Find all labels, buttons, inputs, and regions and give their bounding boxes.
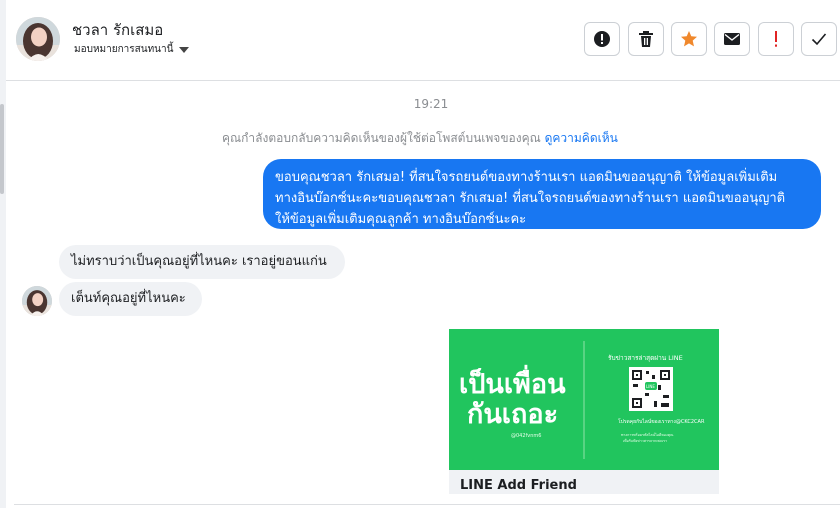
sender-avatar[interactable] xyxy=(22,286,52,316)
line-add-friend-image[interactable]: เป็นเพื่อน กันเถอะ @042fvnm6 รับข่าวสารล… xyxy=(449,329,719,470)
outgoing-message-line: ทางอินบ๊อกซ์นะคะขอบคุณชวลา รักเสมอ! ที่ส… xyxy=(275,191,786,206)
conversation-header: ชวลา รักเสมอ มอบหมายการสนทนานี้ xyxy=(6,0,840,81)
outgoing-message-line: ให้ข้อมูลเพิ่มเติมคุณลูกค้า ทางอินบ๊อกซ์… xyxy=(275,212,527,227)
promo-line-id: @042fvnm6 xyxy=(511,433,541,439)
assign-label: มอบหมายการสนทนานี้ xyxy=(74,44,174,55)
spam-button[interactable] xyxy=(584,22,620,56)
incoming-message-bubble[interactable]: ไม่ทราบว่าเป็นคุณอยู่ที่ไหนคะ เราอยู่ขอน… xyxy=(59,245,345,279)
scrollbar-thumb[interactable] xyxy=(0,104,4,194)
message-timestamp: 19:21 xyxy=(413,97,449,111)
contact-name[interactable]: ชวลา รักเสมอ xyxy=(72,18,163,42)
promo-small-line2: เพื่อรับฟังข่าวสารจากเพจเรา xyxy=(623,438,667,443)
promo-caption: โปรดคุยกับไลน์ของเราทาง@CKC2CAR xyxy=(618,418,705,425)
mark-done-button[interactable] xyxy=(801,22,837,56)
mark-unread-button[interactable] xyxy=(714,22,750,56)
outgoing-message-line: ขอบคุณชวลา รักเสมอ! ที่สนใจรถยนต์ของทางร… xyxy=(275,170,778,185)
outgoing-message-bubble[interactable]: ขอบคุณชวลา รักเสมอ! ที่สนใจรถยนต์ของทางร… xyxy=(263,159,821,229)
promo-big-text-line1: เป็นเพื่อน xyxy=(459,364,566,400)
check-icon xyxy=(811,33,827,46)
reply-note-text: คุณกำลังตอบกลับความคิดเห็นของผู้ใช้ต่อโพ… xyxy=(222,131,541,145)
assign-conversation-dropdown[interactable]: มอบหมายการสนทนานี้ xyxy=(74,42,190,57)
avatar-photo xyxy=(22,286,52,316)
line-promo-graphic: เป็นเพื่อน กันเถอะ @042fvnm6 รับข่าวสารล… xyxy=(449,329,719,470)
star-button[interactable] xyxy=(671,22,707,56)
promo-big-text-line2: กันเถอะ xyxy=(467,399,558,430)
promo-heading: รับข่าวสารล่าสุดผ่าน LINE xyxy=(608,354,683,362)
view-comment-link[interactable]: ดูความคิดเห็น xyxy=(545,131,618,145)
incoming-message-bubble[interactable]: เต็นท์คุณอยู่ที่ไหนคะ xyxy=(59,282,202,316)
star-icon xyxy=(681,31,697,47)
envelope-icon xyxy=(724,33,740,45)
reply-context-note: คุณกำลังตอบกลับความคิดเห็นของผู้ใช้ต่อโพ… xyxy=(222,129,618,148)
caret-down-icon xyxy=(179,46,190,53)
contact-avatar[interactable] xyxy=(16,17,60,61)
avatar-photo xyxy=(16,17,60,61)
card-title[interactable]: LINE Add Friend xyxy=(460,478,577,493)
alert-circle-icon xyxy=(594,31,610,47)
composer-edge xyxy=(14,504,840,509)
exclamation-icon xyxy=(775,31,777,47)
qr-line-label: LINE xyxy=(646,384,655,389)
line-add-friend-card[interactable]: เป็นเพื่อน กันเถอะ @042fvnm6 รับข่าวสารล… xyxy=(449,329,719,494)
trash-icon xyxy=(639,31,653,47)
delete-button[interactable] xyxy=(628,22,664,56)
mark-important-button[interactable] xyxy=(758,22,794,56)
